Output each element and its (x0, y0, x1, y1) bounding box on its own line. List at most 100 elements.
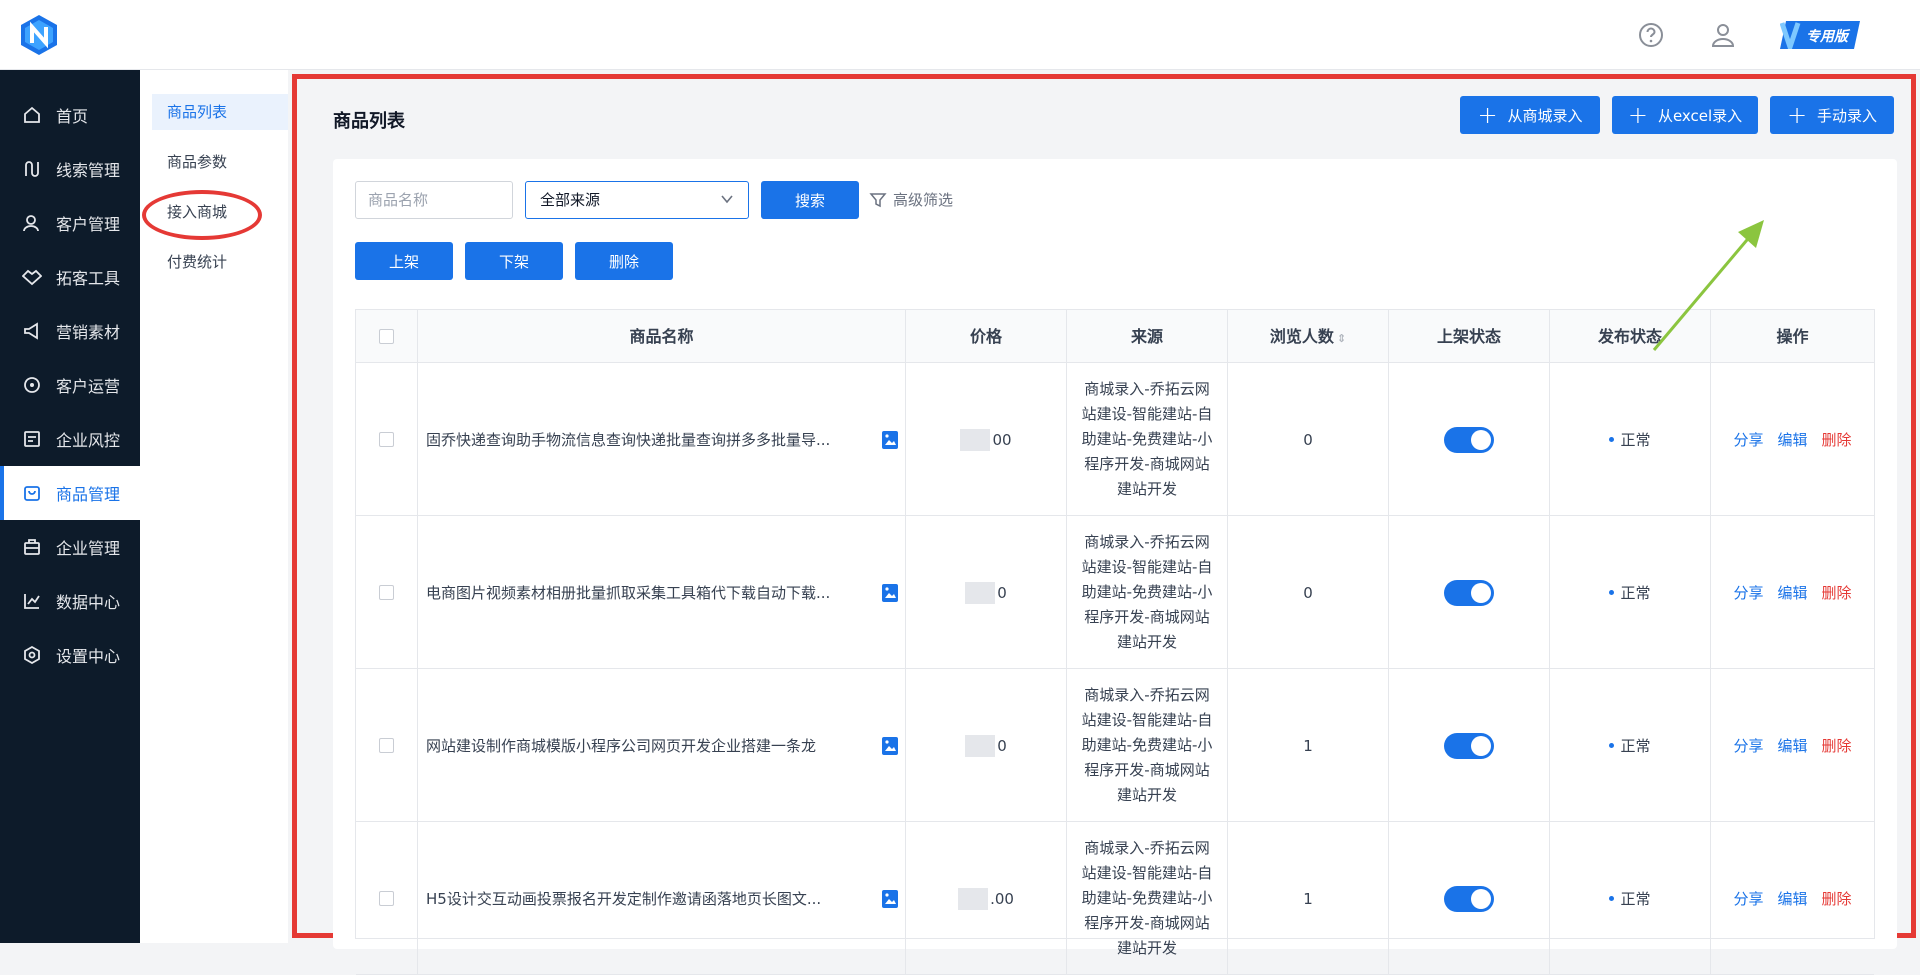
table-row: H5设计交互动画投票报名开发定制作邀请函落地页长图文... .00 商城录入-乔… (356, 822, 1874, 975)
sidebar-item-customers[interactable]: 客户管理 (0, 196, 140, 250)
unshelve-button[interactable]: 下架 (465, 242, 563, 280)
edit-link[interactable]: 编辑 (1777, 582, 1807, 603)
shelf-toggle[interactable] (1444, 426, 1494, 453)
advanced-filter-button[interactable]: 高级筛选 (869, 189, 953, 210)
sidebar-item-data[interactable]: 数据中心 (0, 574, 140, 628)
table-row: 网站建设制作商城模版小程序公司网页开发企业搭建一条龙 0 商城录入-乔拓云网站建… (356, 669, 1874, 822)
image-icon[interactable] (882, 736, 898, 755)
column-header-name: 商品名称 (418, 310, 906, 363)
price-value: 0 (997, 583, 1007, 602)
sidebar-item-risk[interactable]: 企业风控 (0, 412, 140, 466)
publish-status: 正常 (1620, 737, 1651, 755)
status-dot (1609, 743, 1615, 748)
column-header-views-label: 浏览人数 (1269, 327, 1334, 346)
row-checkbox[interactable] (379, 738, 394, 753)
shelf-toggle[interactable] (1444, 732, 1494, 759)
top-bar: 专用版 (0, 0, 1920, 70)
subnav-item-payment-stats[interactable]: 付费统计 (152, 244, 288, 280)
sort-icon[interactable]: ⇕ (1337, 332, 1346, 345)
subnav-item-product-params[interactable]: 商品参数 (152, 144, 288, 180)
import-from-excel-button[interactable]: + 从excel录入 (1612, 96, 1758, 134)
share-link[interactable]: 分享 (1733, 888, 1763, 909)
column-header-shelf-status: 上架状态 (1389, 310, 1550, 363)
shelf-toggle[interactable] (1444, 885, 1494, 912)
sidebar-item-materials[interactable]: 营销素材 (0, 304, 140, 358)
product-name[interactable]: 固乔快递查询助手物流信息查询快递批量查询拼多多批量导... (426, 429, 856, 450)
select-all-cell (356, 310, 418, 363)
price-mask (965, 581, 996, 604)
image-icon[interactable] (882, 583, 898, 602)
shelve-button[interactable]: 上架 (355, 242, 453, 280)
sidebar-item-operation[interactable]: 客户运营 (0, 358, 140, 412)
image-icon[interactable] (882, 889, 898, 908)
delete-link[interactable]: 删除 (1822, 429, 1852, 450)
sidebar-item-label: 设置中心 (56, 647, 121, 666)
share-link[interactable]: 分享 (1733, 582, 1763, 603)
column-header-views[interactable]: 浏览人数 ⇕ (1228, 310, 1389, 363)
settings-icon (22, 645, 42, 665)
delete-link[interactable]: 删除 (1822, 888, 1852, 909)
sidebar-item-label: 企业管理 (56, 539, 121, 558)
row-checkbox[interactable] (379, 891, 394, 906)
product-name[interactable]: H5设计交互动画投票报名开发定制作邀请函落地页长图文... (426, 888, 856, 909)
advanced-filter-label: 高级筛选 (893, 191, 954, 209)
plus-icon: + (1786, 101, 1808, 129)
image-icon[interactable] (882, 430, 898, 449)
price-mask (960, 428, 991, 451)
table-row: 电商图片视频素材相册批量抓取采集工具箱代下载自动下载... 0 商城录入-乔拓云… (356, 516, 1874, 669)
publish-status-cell: 正常 (1550, 669, 1711, 822)
actions-cell: 分享 编辑 删除 (1711, 363, 1874, 516)
price-cell: .00 (906, 822, 1067, 975)
search-button[interactable]: 搜索 (761, 181, 859, 219)
price-mask (965, 734, 996, 757)
table-row: 固乔快递查询助手物流信息查询快递批量查询拼多多批量导... 00 商城录入-乔拓… (356, 363, 1874, 516)
manual-entry-button[interactable]: + 手动录入 (1770, 96, 1894, 134)
status-dot (1609, 590, 1615, 595)
sidebar-item-tools[interactable]: 拓客工具 (0, 250, 140, 304)
share-link[interactable]: 分享 (1733, 429, 1763, 450)
highlight-circle (142, 190, 262, 240)
product-name[interactable]: 电商图片视频素材相册批量抓取采集工具箱代下载自动下载... (426, 582, 856, 603)
edit-link[interactable]: 编辑 (1777, 735, 1807, 756)
edition-badge-label: 专用版 (1806, 29, 1848, 45)
delete-link[interactable]: 删除 (1822, 735, 1852, 756)
edit-link[interactable]: 编辑 (1777, 888, 1807, 909)
row-checkbox[interactable] (379, 585, 394, 600)
sidebar-item-enterprise[interactable]: 企业管理 (0, 520, 140, 574)
views-cell: 1 (1228, 669, 1389, 822)
sidebar-item-settings[interactable]: 设置中心 (0, 628, 140, 682)
actions-cell: 分享 编辑 删除 (1711, 669, 1874, 822)
sidebar-item-products[interactable]: 商品管理 (0, 466, 140, 520)
subnav-item-product-list[interactable]: 商品列表 (152, 94, 288, 130)
page-title: 商品列表 (333, 111, 405, 132)
delete-link[interactable]: 删除 (1822, 582, 1852, 603)
product-name[interactable]: 网站建设制作商城模版小程序公司网页开发企业搭建一条龙 (426, 735, 856, 756)
shelf-toggle[interactable] (1444, 579, 1494, 606)
share-link[interactable]: 分享 (1733, 735, 1763, 756)
help-icon[interactable] (1636, 20, 1666, 50)
home-icon (22, 105, 42, 125)
edit-link[interactable]: 编辑 (1777, 429, 1807, 450)
row-checkbox[interactable] (379, 432, 394, 447)
delete-button[interactable]: 删除 (575, 242, 673, 280)
actions-cell: 分享 编辑 删除 (1711, 822, 1874, 975)
user-icon[interactable] (1708, 20, 1738, 50)
briefcase-icon (22, 537, 42, 557)
app-logo[interactable] (18, 14, 60, 56)
publish-status-cell: 正常 (1550, 363, 1711, 516)
sidebar-item-home[interactable]: 首页 (0, 88, 140, 142)
annotation-arrow (1652, 220, 1764, 351)
edition-badge[interactable]: 专用版 (1779, 21, 1860, 55)
publish-status: 正常 (1620, 431, 1651, 449)
actions-cell: 分享 编辑 删除 (1711, 516, 1874, 669)
product-name-input[interactable]: 商品名称 (355, 181, 513, 219)
sidebar-item-label: 线索管理 (56, 161, 121, 180)
source-select[interactable]: 全部来源 (525, 181, 749, 219)
price-value: 0 (997, 736, 1007, 755)
import-from-mall-button[interactable]: + 从商城录入 (1460, 96, 1600, 134)
select-all-checkbox[interactable] (379, 329, 394, 344)
views-cell: 0 (1228, 363, 1389, 516)
sidebar-item-clues[interactable]: 线索管理 (0, 142, 140, 196)
chart-icon (22, 591, 42, 611)
handshake-icon (22, 267, 42, 287)
